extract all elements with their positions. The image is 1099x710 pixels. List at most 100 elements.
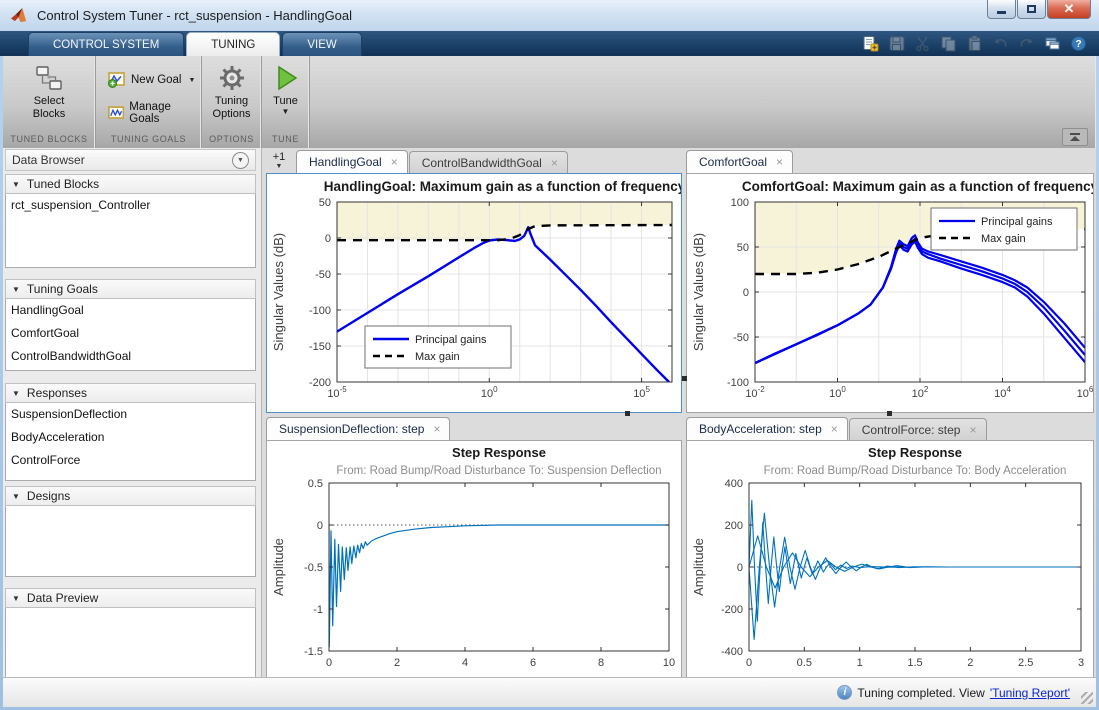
resize-grip[interactable] [1081, 692, 1093, 704]
svg-text:Step Response: Step Response [868, 445, 962, 460]
chart-0: 10-5 100 105-200-150-100-50050HandlingGoal… [267, 174, 686, 407]
ribbon-tab-control-system[interactable]: CONTROL SYSTEM [28, 32, 185, 56]
collapse-triangle-icon: ▼ [12, 491, 20, 501]
collapse-triangle-icon: ▼ [12, 388, 20, 398]
tab-close-icon[interactable]: × [391, 156, 398, 168]
plot-tab-controlbandwidthgoal[interactable]: ControlBandwidthGoal × [408, 151, 568, 173]
svg-text:-200: -200 [721, 604, 743, 616]
section-header-tuned-blocks[interactable]: ▼ Tuned Blocks [5, 174, 256, 194]
tab-overflow-button[interactable]: +1 ▼ [266, 151, 292, 173]
section-header-designs[interactable]: ▼ Designs [5, 486, 256, 506]
svg-text:-1: -1 [313, 604, 323, 616]
svg-text:From: Road Bump/Road Disturban: From: Road Bump/Road Disturbance To: Bod… [764, 465, 1067, 477]
toolstrip-group-tune: Tune ▼ TUNE [262, 56, 310, 148]
splitter-handle[interactable] [625, 411, 630, 416]
plot-suspension-deflection[interactable]: 0 2 4 6 8 10 -1.5 -1 -0.5 0 0.5 Step Response From: … [266, 440, 682, 682]
plot-tab-handlinggoal[interactable]: HandlingGoal × [296, 150, 408, 173]
section-list-data-preview [5, 608, 256, 679]
data-browser-panel: Data Browser ▼ ▼ Tuned Blocks rct_suspensi… [3, 148, 262, 679]
section-list-tuned-blocks: rct_suspension_Controller [5, 194, 256, 268]
panel-handling-goal: +1 ▼ HandlingGoal × ControlBandwidthGoal × 10… [266, 150, 686, 413]
maximize-button[interactable] [1017, 0, 1046, 19]
svg-text:?: ? [1075, 39, 1081, 50]
manage-goals-button[interactable]: Manage Goals [104, 99, 201, 127]
svg-text:Amplitude: Amplitude [271, 538, 286, 596]
tune-button[interactable]: Tune ▼ [262, 60, 309, 116]
plot-tab-comfortgoal[interactable]: ComfortGoal × [686, 150, 794, 173]
chart-1: 10-2 100 102 104 106-100-50050100ComfortGoal… [687, 174, 1099, 407]
tab-close-icon[interactable]: × [776, 156, 783, 168]
plot-tab-suspensiondeflection-step[interactable]: SuspensionDeflection: step × [266, 417, 451, 440]
svg-text:-50: -50 [733, 332, 749, 344]
quick-access-toolbar: ? [862, 33, 1087, 54]
gear-icon [219, 66, 244, 90]
plot-tab-bodyacceleration-step[interactable]: BodyAcceleration: step × [686, 417, 848, 440]
title-bar[interactable]: Control System Tuner - rct_suspension - … [0, 0, 1099, 31]
maximize-icon [1027, 5, 1036, 13]
close-button[interactable]: ✕ [1047, 0, 1091, 19]
paste-icon [968, 35, 981, 51]
minimize-icon [997, 10, 1006, 14]
plot-body-acceleration[interactable]: 0 0.5 1 1.5 2 2.5 3 -400 -200 0 200 400 Step Respons… [686, 440, 1094, 682]
svg-text:2: 2 [967, 657, 973, 669]
section-header-data-preview[interactable]: ▼ Data Preview [5, 588, 256, 608]
chart-2: 0 2 4 6 8 10 -1.5 -1 -0.5 0 0.5 Step Response From: … [267, 441, 681, 676]
list-item[interactable]: BodyAcceleration [6, 426, 255, 449]
svg-text:0: 0 [743, 287, 749, 299]
toolstrip-group-tuning-goals: New Goal ▼ Manage Goals TUNING GOALS [96, 56, 202, 148]
data-browser-menu-button[interactable]: ▼ [232, 151, 249, 169]
toolstrip-group-tuned-blocks: Select Blocks TUNED BLOCKS [3, 56, 96, 148]
list-item[interactable]: HandlingGoal [6, 299, 255, 322]
svg-text:0.5: 0.5 [797, 657, 812, 669]
svg-text:10: 10 [663, 657, 675, 669]
collapse-ribbon-button[interactable] [1062, 128, 1088, 146]
ribbon-tab-view[interactable]: VIEW [282, 32, 362, 56]
svg-text:1: 1 [857, 657, 863, 669]
group-label: OPTIONS [209, 134, 254, 144]
list-item[interactable]: SuspensionDeflection [6, 403, 255, 426]
new-goal-icon [108, 72, 125, 88]
section-header-responses[interactable]: ▼ Responses [5, 383, 256, 403]
plot-handling-goal[interactable]: 10-5 100 105 -200 -150 -100 -50 0 50 HandlingGoal… [266, 173, 686, 413]
section-header-tuning-goals[interactable]: ▼ Tuning Goals [5, 279, 256, 299]
svg-text:-400: -400 [721, 646, 743, 658]
tab-close-icon[interactable]: × [831, 423, 838, 435]
list-item[interactable]: ControlForce [6, 449, 255, 472]
tab-close-icon[interactable]: × [433, 423, 440, 435]
tab-close-icon[interactable]: × [551, 157, 558, 169]
list-item[interactable]: ControlBandwidthGoal [6, 345, 255, 368]
splitter-handle[interactable] [682, 376, 687, 381]
svg-text:50: 50 [319, 197, 331, 209]
new-document-icon[interactable] [862, 35, 879, 52]
plot-tab-controlforce-step[interactable]: ControlForce: step × [848, 418, 987, 440]
splitter-handle[interactable] [887, 411, 892, 416]
dropdown-caret-icon: ▼ [281, 107, 290, 116]
collapse-triangle-icon: ▼ [12, 284, 20, 294]
panel-suspension-deflection: SuspensionDeflection: step × 0 2 4 6 8 10 -1.5 -… [266, 417, 682, 682]
ribbon-tab-tuning[interactable]: TUNING [186, 32, 281, 56]
tuning-options-button[interactable]: Tuning Options [202, 60, 261, 121]
minimize-button[interactable] [987, 0, 1016, 19]
group-label: TUNING GOALS [110, 134, 187, 144]
app-content: Select Blocks TUNED BLOCKS New Goal ▼ Manage … [3, 56, 1099, 707]
help-icon[interactable]: ? [1070, 35, 1087, 52]
group-label: TUNE [272, 134, 299, 144]
copy-icon [941, 36, 956, 52]
windows-icon[interactable] [1044, 35, 1061, 52]
tab-close-icon[interactable]: × [969, 424, 976, 436]
panel-body-acceleration: BodyAcceleration: step × ControlForce: ste… [686, 417, 1094, 682]
svg-text:Amplitude: Amplitude [691, 538, 706, 596]
select-blocks-button[interactable]: Select Blocks [17, 60, 81, 121]
group-label: TUNED BLOCKS [10, 134, 88, 144]
list-item[interactable]: rct_suspension_Controller [6, 194, 255, 217]
chevron-down-icon: ▼ [275, 163, 283, 170]
toolstrip: Select Blocks TUNED BLOCKS New Goal ▼ Manage … [3, 56, 1096, 148]
matlab-logo-icon [11, 7, 27, 23]
svg-text:-100: -100 [727, 377, 749, 389]
new-goal-button[interactable]: New Goal ▼ [104, 70, 199, 90]
list-item[interactable]: ComfortGoal [6, 322, 255, 345]
svg-text:3: 3 [1078, 657, 1084, 669]
plot-comfort-goal[interactable]: 10-2 100 102 104 106 -100 -50 0 50 100 ComfortGoal… [686, 173, 1099, 413]
svg-text:Max gain: Max gain [981, 233, 1026, 245]
tuning-report-link[interactable]: 'Tuning Report' [990, 686, 1070, 700]
